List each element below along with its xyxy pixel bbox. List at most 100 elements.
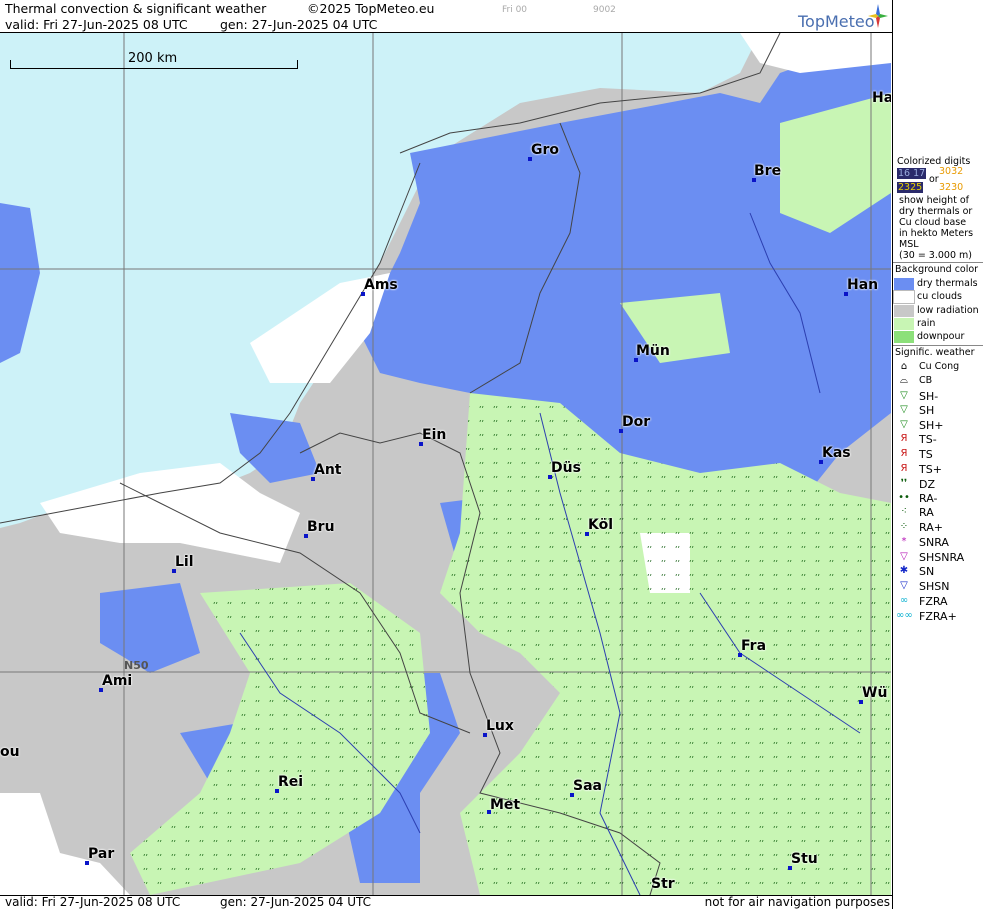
legend-swatch-cu [893, 290, 915, 304]
legend-bg-title: Background color [895, 264, 979, 275]
legend-sig-label: FZRA [919, 595, 948, 608]
freezing-rain-icon: ∞ [899, 595, 909, 606]
city-label[interactable]: Bru [307, 519, 335, 535]
legend-sig-label: RA [919, 506, 934, 519]
city-label[interactable]: Par [88, 846, 114, 862]
disclaimer: not for air navigation purposes [704, 895, 890, 909]
city-label[interactable]: Lux [486, 718, 514, 734]
city-label[interactable]: Ams [364, 277, 398, 293]
generated-time: gen: 27-Jun-2025 04 UTC [220, 17, 378, 32]
legend-desc: show height of [899, 195, 970, 206]
map-footer: valid: Fri 27-Jun-2025 08 UTC gen: 27-Ju… [0, 895, 892, 910]
legend-sig-label: Cu Cong [919, 361, 960, 372]
map-header: Thermal convection & significant weather… [0, 0, 892, 33]
legend-divider [893, 262, 983, 263]
rain-icon: ⁖ [901, 506, 907, 517]
city-label[interactable]: Ami [102, 673, 132, 689]
legend-divider [893, 345, 983, 346]
legend-sample-c: 2325 [897, 182, 924, 193]
weather-map[interactable]: ,, [0, 33, 891, 895]
city-label[interactable]: Dor [622, 414, 650, 430]
city-label[interactable]: Rei [278, 774, 303, 790]
legend-bg-label: low radiation [917, 305, 979, 316]
legend-sig-label: DZ [919, 478, 936, 491]
map-title: Thermal convection & significant weather [5, 1, 267, 16]
map-scale-label: 200 km [128, 51, 178, 66]
legend-sig-label: SNRA [919, 536, 949, 549]
footer-generated-time: gen: 27-Jun-2025 04 UTC [220, 895, 372, 909]
run-code-small: 9002 [593, 5, 616, 15]
city-label[interactable]: Str [651, 876, 675, 892]
thunderstorm-heavy-icon: Я [900, 463, 908, 474]
shower-light-icon: ▽ [900, 390, 908, 401]
legend-desc: dry thermals or [899, 206, 973, 217]
legend-swatch-dry [894, 278, 914, 290]
compass-logo-icon [868, 4, 888, 28]
legend-sig-label: TS- [919, 433, 937, 446]
legend-sig-label: FZRA+ [919, 610, 957, 623]
city-label[interactable]: Mün [636, 343, 670, 359]
legend-bg-label: rain [917, 318, 936, 329]
shower-heavy-icon: ▽ [900, 419, 908, 430]
city-label[interactable]: Ha [872, 90, 891, 106]
city-label[interactable]: Köl [588, 517, 613, 533]
legend-sig-label: RA- [919, 492, 938, 505]
legend-bg-label: downpour [917, 331, 965, 342]
legend-sample-a: 16 17 [897, 168, 927, 179]
legend-or: or [929, 174, 939, 185]
drizzle-icon: ❜❜ [900, 478, 908, 489]
snow-shower-icon: ▽ [900, 580, 908, 591]
city-label[interactable]: Ant [314, 462, 342, 478]
thunderstorm-light-icon: Я [900, 433, 908, 444]
rain-heavy-icon: ⁘ [899, 521, 909, 532]
legend-sig-label: TS [919, 448, 933, 461]
city-label[interactable]: Bre [754, 163, 781, 179]
legend-sig-label: CB [919, 375, 933, 386]
run-time-small: Fri 00 [502, 5, 528, 15]
city-label[interactable]: Fra [741, 638, 766, 654]
city-label[interactable]: Kas [822, 445, 851, 461]
city-label[interactable]: Met [490, 797, 520, 813]
legend-swatch-downpour [894, 331, 914, 343]
shower-icon: ▽ [900, 404, 908, 415]
legend-desc: in hekto Meters [899, 228, 974, 239]
footer-valid-time: valid: Fri 27-Jun-2025 08 UTC [5, 895, 181, 909]
rain-light-icon: •• [898, 492, 910, 503]
legend-bg-label: cu clouds [917, 291, 962, 302]
legend-desc: MSL [899, 239, 919, 250]
freezing-rain-heavy-icon: ∞∞ [896, 610, 913, 621]
city-label[interactable]: Saa [573, 778, 602, 794]
legend-sig-label: TS+ [919, 463, 942, 476]
valid-time: valid: Fri 27-Jun-2025 08 UTC [5, 17, 188, 32]
city-label[interactable]: Wü [862, 685, 887, 701]
topmeteo-logo-text: TopMeteo [798, 12, 875, 31]
legend-desc: (30 = 3.000 m) [899, 250, 972, 261]
city-label[interactable]: Ein [422, 427, 446, 443]
thunderstorm-icon: Я [900, 448, 908, 459]
legend-sig-label: RA+ [919, 521, 943, 534]
city-label[interactable]: ou [0, 744, 20, 760]
city-label[interactable]: Lil [175, 554, 194, 570]
city-label[interactable]: Düs [551, 460, 581, 476]
legend-sig-label: SHSNRA [919, 551, 965, 564]
legend-sig-title: Signific. weather [895, 347, 975, 358]
legend-swatch-low [894, 305, 914, 317]
snow-icon: ✱ [899, 565, 909, 576]
legend-sample-b: 3032 [939, 166, 964, 177]
city-label[interactable]: Gro [531, 142, 559, 158]
legend-sig-label: SN [919, 565, 935, 578]
cb-icon: ⌓ [900, 375, 908, 386]
legend-panel: Colorized digits 16 17 or 3032 2325 3230… [892, 0, 983, 909]
legend-sig-label: SH [919, 404, 935, 417]
legend-sig-label: SHSN [919, 580, 950, 593]
legend-sig-label: SH+ [919, 419, 944, 432]
city-label[interactable]: Han [847, 277, 878, 293]
latitude-label: N50 [124, 659, 149, 672]
legend-swatch-rain [894, 318, 914, 330]
snow-rain-shower-icon: ▽ [900, 551, 908, 562]
city-label[interactable]: Stu [791, 851, 818, 867]
copyright: ©2025 TopMeteo.eu [307, 1, 435, 16]
legend-sig-label: SH- [919, 390, 939, 403]
legend-desc: Cu cloud base [899, 217, 967, 228]
snow-rain-icon: * [901, 536, 907, 547]
